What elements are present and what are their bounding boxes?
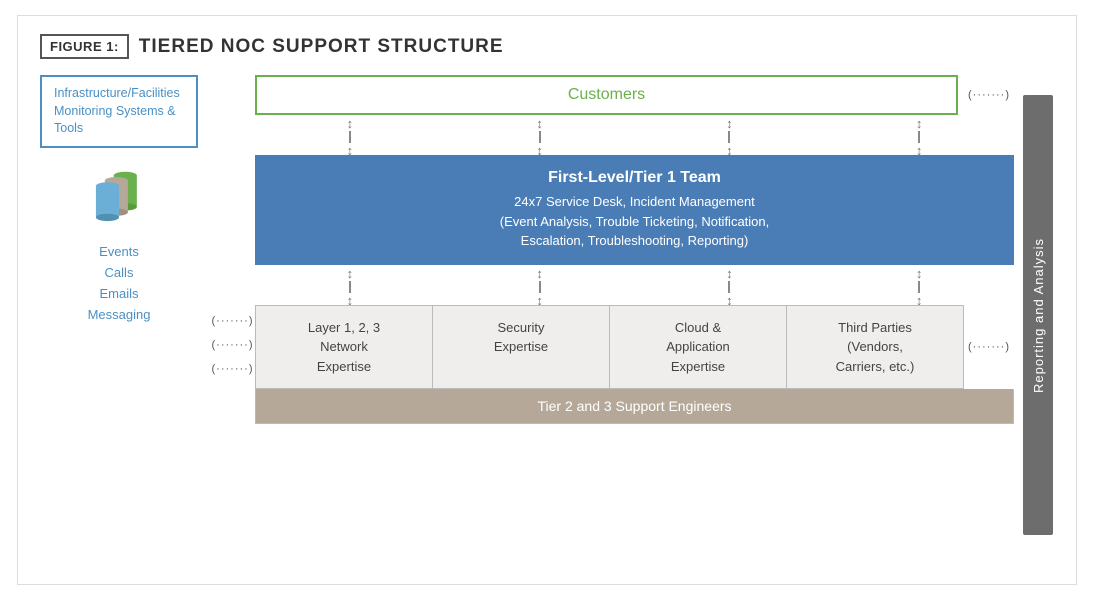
tier2-box-cloud: Cloud &ApplicationExpertise	[610, 306, 787, 389]
vert-arrow-b3: ↕ ↕	[726, 266, 733, 308]
tier2-network-label: Layer 1, 2, 3NetworkExpertise	[308, 320, 380, 374]
tier1-title: First-Level/Tier 1 Team	[271, 169, 998, 187]
vert-arrow-2: ↕ ↕	[536, 116, 543, 158]
tier2-bottom-label: Tier 2 and 3 Support Engineers	[537, 398, 731, 414]
tier1-box: First-Level/Tier 1 Team 24x7 Service Des…	[255, 155, 1014, 265]
events-labels: Events Calls Emails Messaging	[88, 242, 151, 325]
messaging-label: Messaging	[88, 305, 151, 326]
reporting-bar: Reporting and Analysis	[1023, 95, 1053, 535]
tier2-right-arrow: (·······)	[964, 305, 1014, 390]
main-layout: Infrastructure/FacilitiesMonitoring Syst…	[40, 75, 1054, 555]
tier2-cloud-label: Cloud &ApplicationExpertise	[666, 320, 730, 374]
figure-label: FIGURE 1:	[40, 34, 129, 59]
vert-arrow-4: ↕ ↕	[916, 116, 923, 158]
tier2-box-third-parties: Third Parties(Vendors,Carriers, etc.)	[787, 306, 963, 389]
infra-box: Infrastructure/FacilitiesMonitoring Syst…	[40, 75, 198, 148]
emails-label: Emails	[88, 284, 151, 305]
vert-arrows-bottom: ↕ ↕ ↕ ↕ ↕ ↕ ↕ ↕	[255, 269, 1014, 305]
customers-label: Customers	[568, 86, 645, 103]
figure-title-row: FIGURE 1: TIERED NOC SUPPORT STRUCTURE	[40, 34, 1054, 59]
figure-title: TIERED NOC SUPPORT STRUCTURE	[139, 36, 504, 58]
cylinders-svg	[59, 166, 179, 237]
tier2-box-network: Layer 1, 2, 3NetworkExpertise	[256, 306, 433, 389]
left-arrows-column: (·······) (·······) (·······)	[210, 135, 255, 555]
left-arrow-3: (·······)	[212, 363, 254, 375]
vert-arrow-b2: ↕ ↕	[536, 266, 543, 308]
vert-arrow-b4: ↕ ↕	[916, 266, 923, 308]
left-arrow-2: (·······)	[212, 339, 254, 351]
tier2-bottom: Tier 2 and 3 Support Engineers	[255, 389, 1014, 424]
customers-row: Customers (·······)	[255, 75, 1014, 115]
vert-arrow-3: ↕ ↕	[726, 116, 733, 158]
customers-right-arrow: (·······)	[964, 89, 1014, 101]
infra-text: Infrastructure/FacilitiesMonitoring Syst…	[54, 86, 180, 135]
left-arrow-1: (·······)	[212, 315, 254, 327]
left-column: Infrastructure/FacilitiesMonitoring Syst…	[40, 75, 210, 555]
tier2-security-label: SecurityExpertise	[494, 320, 548, 355]
tier2-boxes-row: Layer 1, 2, 3NetworkExpertise SecurityEx…	[255, 305, 964, 390]
tier2-section: Layer 1, 2, 3NetworkExpertise SecurityEx…	[255, 305, 1014, 425]
right-bar: Reporting and Analysis	[1022, 75, 1054, 555]
events-label: Events	[88, 242, 151, 263]
center-column: Customers (·······) ↕ ↕ ↕ ↕ ↕	[255, 75, 1014, 555]
vert-arrows-top: ↕ ↕ ↕ ↕ ↕ ↕ ↕ ↕	[255, 119, 1014, 155]
tier1-desc: 24x7 Service Desk, Incident Management (…	[271, 192, 998, 251]
tier2-third-parties-label: Third Parties(Vendors,Carriers, etc.)	[836, 320, 915, 374]
vert-arrow-1: ↕ ↕	[347, 116, 354, 158]
tier2-box-security: SecurityExpertise	[433, 306, 610, 389]
figure-container: FIGURE 1: TIERED NOC SUPPORT STRUCTURE I…	[17, 15, 1077, 585]
cylinders-area: Events Calls Emails Messaging	[40, 166, 198, 326]
reporting-text: Reporting and Analysis	[1031, 238, 1046, 393]
vert-arrow-b1: ↕ ↕	[347, 266, 354, 308]
customers-box: Customers	[255, 75, 958, 115]
calls-label: Calls	[88, 263, 151, 284]
tier2-row-with-arrow: Layer 1, 2, 3NetworkExpertise SecurityEx…	[255, 305, 1014, 390]
